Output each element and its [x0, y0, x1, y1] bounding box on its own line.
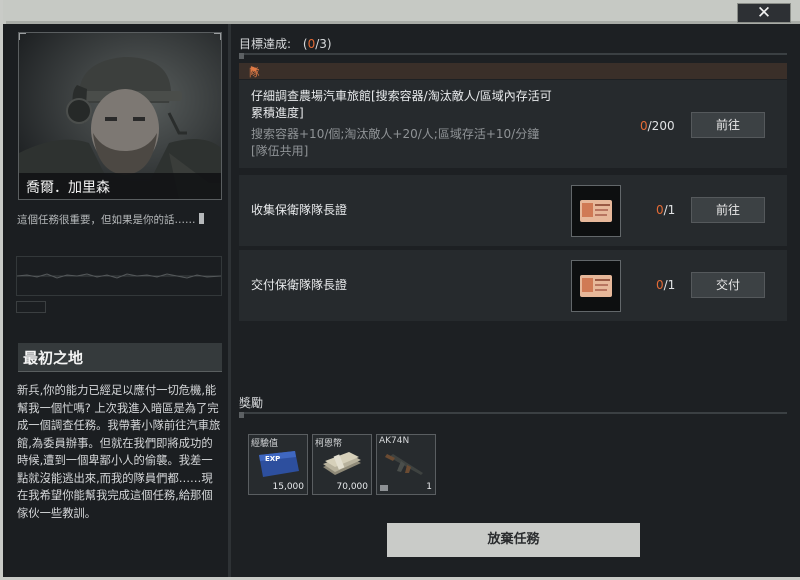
- story-text: 新兵,你的能力已經足以應付一切危機,能幫我一個忙嗎? 上次我進入暗區是為了完成一…: [17, 384, 221, 520]
- task-title: 收集保衛隊隊長證: [251, 203, 348, 217]
- reward-name: 經驗值: [251, 439, 279, 449]
- exp-badge-text: EXP: [265, 455, 280, 463]
- npc-portrait: 喬爾．加里森: [18, 32, 222, 200]
- objectives-header: 目標達成: (0/3): [239, 35, 332, 52]
- reward-count: 15,000: [272, 482, 305, 492]
- story-title-bar: 最初之地: [18, 343, 222, 372]
- reward-count: 70,000: [336, 482, 369, 492]
- cash-stack-icon: [323, 452, 361, 475]
- deliver-button[interactable]: 交付: [691, 272, 765, 298]
- waveform-icon: [16, 273, 222, 279]
- id-card-icon: [580, 200, 612, 222]
- abandon-mission-button[interactable]: 放棄任務: [387, 523, 640, 557]
- task-progress: 0/200: [640, 119, 675, 133]
- npc-panel: 喬爾．加里森 這個任務很重要，但如果是你的話…… 最初之地 新兵,你的能力已經足…: [6, 24, 228, 577]
- task-progress: 0/1: [656, 203, 675, 217]
- npc-quote: 這個任務很重要，但如果是你的話……: [17, 212, 204, 227]
- task-detail: 搜索容器+10/個;淘汰敵人+20/人;區域存活+10/分鐘[隊伍共用]: [251, 127, 540, 158]
- mission-window: ✕ 喬爾．加里森 這個任務很重要，但如果是你的話…… 最初之地 新兵,你的能力已…: [0, 0, 800, 580]
- story-title: 最初之地: [23, 349, 84, 367]
- reward-count: 1: [426, 482, 432, 492]
- text-cursor-icon: [198, 213, 204, 224]
- rewards-divider: [239, 412, 787, 418]
- task-title: 仔細調查農場汽車旅館[搜索容器/淘汰敵人/區域內存活可累積進度]: [251, 89, 552, 120]
- close-button[interactable]: ✕: [737, 3, 791, 23]
- exp-card-icon: EXP: [259, 451, 299, 477]
- captain-id-card-thumb[interactable]: [571, 185, 621, 237]
- task-progress-current: 0: [656, 278, 664, 292]
- mission-panel: 目標達成: (0/3) ⚑ 隊伍共用 仔細調查農場汽車旅館[搜索容器/淘汰敵人/…: [231, 24, 800, 577]
- rifle-icon: [385, 454, 423, 475]
- rewards-label: 獎勵: [239, 396, 264, 410]
- task-row: 交付保衛隊隊長證 0/1 交付: [239, 250, 787, 321]
- voice-replay-button[interactable]: [16, 301, 46, 313]
- objectives-divider: [239, 53, 787, 59]
- task-progress: 0/1: [656, 278, 675, 292]
- frame-corner: [214, 33, 221, 40]
- task-progress-current: 0: [640, 119, 648, 133]
- task-progress-total: /200: [647, 119, 675, 133]
- npc-name: 喬爾．加里森: [26, 180, 110, 196]
- goto-button[interactable]: 前往: [691, 197, 765, 223]
- task-row: 收集保衛隊隊長證 0/1 前往: [239, 175, 787, 246]
- title-bar: [3, 0, 800, 24]
- npc-name-strip: 喬爾．加里森: [19, 173, 221, 199]
- reward-item-exp[interactable]: 經驗值 EXP 15,000: [248, 434, 308, 495]
- reward-name: AK74N: [379, 436, 410, 446]
- task-row: 仔細調查農場汽車旅館[搜索容器/淘汰敵人/區域內存活可累積進度] 搜索容器+10…: [239, 80, 787, 168]
- task-progress-current: 0: [656, 203, 664, 217]
- reward-name: 柯恩幣: [315, 439, 343, 449]
- reward-item-rifle[interactable]: AK74N 1: [376, 434, 436, 495]
- task-progress-total: /1: [663, 278, 676, 292]
- ammo-box-icon: [380, 485, 388, 491]
- goto-button[interactable]: 前往: [691, 112, 765, 138]
- frame-corner: [19, 33, 26, 40]
- captain-id-card-thumb[interactable]: [571, 260, 621, 312]
- task-title: 交付保衛隊隊長證: [251, 278, 348, 292]
- task-progress-total: /1: [663, 203, 676, 217]
- reward-item-coins[interactable]: 柯恩幣 70,000: [312, 434, 372, 495]
- id-card-icon: [580, 275, 612, 297]
- audio-waveform: [16, 256, 222, 296]
- squad-shared-bar: ⚑ 隊伍共用: [239, 63, 787, 124]
- npc-quote-text: 這個任務很重要，但如果是你的話……: [17, 214, 196, 226]
- objectives-label: 目標達成:: [239, 37, 292, 51]
- objectives-total: /3): [315, 37, 332, 51]
